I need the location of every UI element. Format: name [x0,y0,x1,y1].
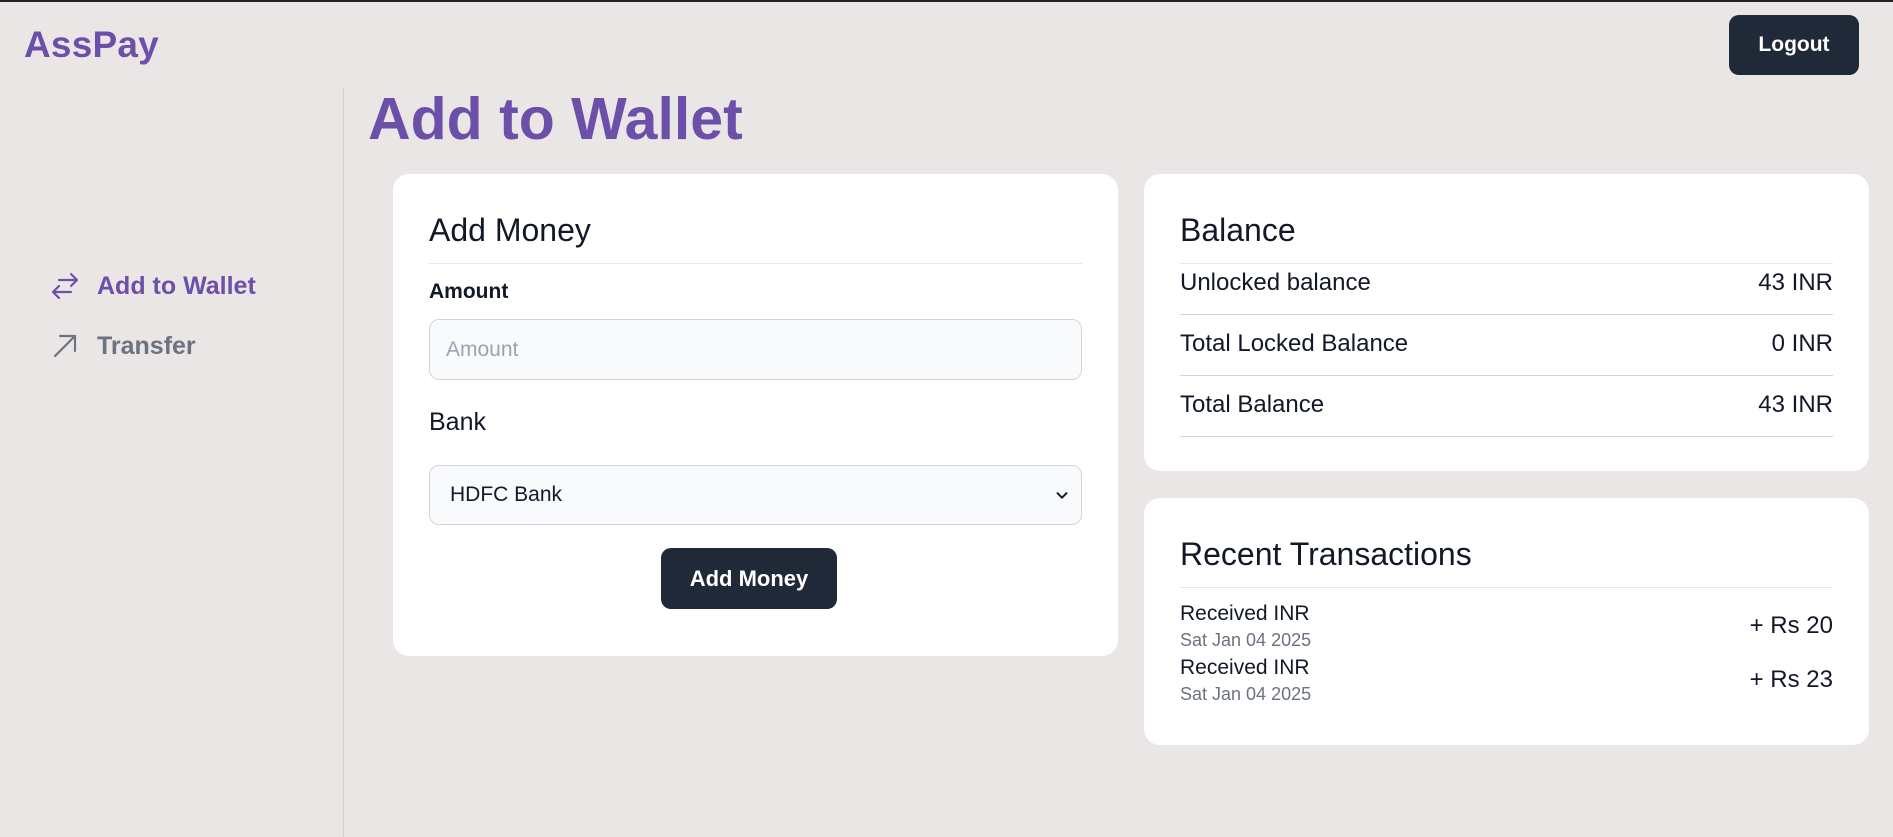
page-title: Add to Wallet [368,86,743,152]
transaction-date: Sat Jan 04 2025 [1180,630,1312,650]
amount-input[interactable] [429,319,1082,380]
sidebar: Add to Wallet Transfer [0,88,344,837]
transaction-amount: + Rs 23 [1749,666,1833,693]
balance-row-label: Total Balance [1180,391,1325,418]
chevron-down-icon [1053,486,1071,504]
amount-label: Amount [429,280,509,303]
balance-row-value: 43 INR [1758,391,1833,418]
card-title: Recent Transactions [1180,536,1833,588]
transaction-item: Received INR Sat Jan 04 2025 + Rs 20 [1180,602,1833,656]
bank-select[interactable]: HDFC Bank [429,465,1082,525]
add-money-button[interactable]: Add Money [661,548,837,609]
balance-card: Balance Unlocked balance 43 INR Total Lo… [1144,174,1869,471]
balance-row: Total Balance 43 INR [1180,376,1833,437]
balance-row-value: 43 INR [1758,269,1833,296]
arrows-left-right-icon [48,269,82,303]
sidebar-item-transfer[interactable]: Transfer [48,326,196,366]
bank-label: Bank [429,408,486,436]
balance-row: Unlocked balance 43 INR [1180,265,1833,315]
add-money-card: Add Money Amount Bank HDFC Bank Add Mone… [393,174,1118,656]
transaction-item: Received INR Sat Jan 04 2025 + Rs 23 [1180,656,1833,710]
balance-row: Total Locked Balance 0 INR [1180,315,1833,376]
sidebar-item-label: Add to Wallet [97,271,256,300]
transaction-date: Sat Jan 04 2025 [1180,684,1312,704]
transaction-amount: + Rs 20 [1749,612,1833,639]
card-title: Add Money [429,212,1082,264]
card-title: Balance [1180,212,1833,264]
sidebar-item-label: Transfer [97,331,196,360]
app-header: AssPay Logout [0,2,1893,86]
balance-row-label: Unlocked balance [1180,269,1371,296]
bank-select-value: HDFC Bank [450,483,563,506]
balance-row-label: Total Locked Balance [1180,330,1409,357]
transaction-title: Received INR [1180,656,1310,679]
logout-button[interactable]: Logout [1729,15,1859,75]
brand-logo[interactable]: AssPay [24,24,159,66]
arrow-up-right-icon [48,329,82,363]
sidebar-item-add-to-wallet[interactable]: Add to Wallet [48,266,256,306]
transaction-title: Received INR [1180,602,1310,625]
balance-row-value: 0 INR [1771,330,1833,357]
recent-transactions-card: Recent Transactions Received INR Sat Jan… [1144,498,1869,745]
